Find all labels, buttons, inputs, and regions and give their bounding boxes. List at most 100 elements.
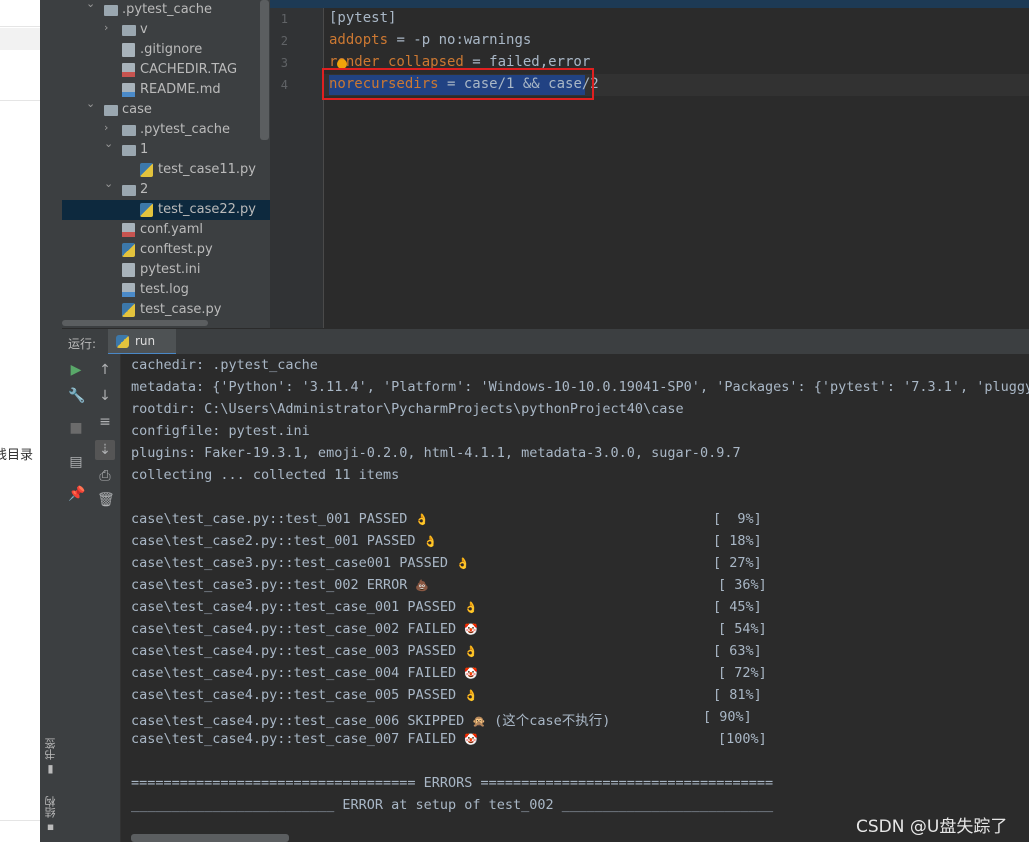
status-emoji-icon: 👌	[455, 557, 470, 570]
status-emoji-icon: 👌	[464, 689, 478, 702]
test-result-text: case\test_case4.py::test_case_001 PASSED	[131, 599, 457, 615]
strip-chip	[0, 28, 40, 50]
folder-icon	[104, 5, 118, 16]
trash-icon[interactable]: 🗑	[97, 492, 115, 508]
tree-item[interactable]: ⌄ 1	[62, 137, 270, 160]
pin-icon[interactable]: 📌	[68, 486, 85, 502]
config-key: addopts	[329, 32, 389, 48]
progress-percent: [ 45%]	[713, 599, 762, 615]
run-toolbar-right: ↑ ↓ ≡ ⇣ ⎙ 🗑	[90, 354, 121, 842]
tree-item[interactable]: › v	[62, 20, 270, 40]
watermark: CSDN @U盘失踪了	[856, 817, 1008, 837]
status-emoji-icon: 💩	[415, 579, 430, 592]
console-output[interactable]: cachedir: .pytest_cache metadata: {'Pytho…	[121, 354, 1029, 842]
code-line: [pytest]	[329, 10, 396, 26]
bookmark-icon: ▮	[44, 760, 57, 777]
console-line: cachedir: .pytest_cache	[131, 357, 318, 373]
line-number: 2	[280, 34, 288, 48]
project-tree[interactable]: ⌄ .pytest_cache › v .gitignore CACHEDIR.TAG RE…	[62, 0, 270, 328]
browser-strip-text: 线目录	[0, 448, 34, 463]
config-value: = -p no:warnings	[388, 32, 532, 48]
progress-percent: [ 63%]	[713, 643, 762, 659]
test-result-text: case\test_case4.py::test_case_003 PASSED	[131, 643, 457, 659]
tree-vertical-scrollbar[interactable]	[260, 0, 269, 140]
tree-item-label: case	[122, 102, 152, 117]
folder-icon	[122, 145, 136, 156]
progress-percent: [ 18%]	[713, 533, 762, 549]
tree-item-label: 2	[140, 182, 149, 197]
test-result-text: case\test_case4.py::test_case_006 SKIPPE…	[131, 713, 465, 729]
progress-percent: [ 9%]	[713, 511, 762, 527]
rerun-icon[interactable]: ▶	[68, 362, 84, 378]
progress-percent: [ 54%]	[718, 621, 767, 637]
tree-item[interactable]: ⌄ .pytest_cache	[62, 0, 270, 20]
tree-item[interactable]: ⌄ 2	[62, 177, 270, 200]
layout-icon[interactable]: ▤	[68, 454, 84, 470]
test-result-text: case\test_case4.py::test_case_007 FAILED	[131, 731, 457, 747]
tree-item[interactable]: CACHEDIR.TAG	[62, 60, 270, 80]
tree-item[interactable]: test.log	[62, 280, 270, 300]
divider	[0, 820, 40, 821]
run-label: 运行:	[68, 337, 97, 351]
chevron-down-icon[interactable]: ⌄	[86, 97, 95, 110]
divider	[0, 100, 40, 101]
chevron-right-icon[interactable]: ›	[104, 21, 108, 34]
tab-run[interactable]: run	[108, 329, 176, 355]
print-icon[interactable]: ⎙	[97, 468, 113, 484]
wrench-icon[interactable]: 🔧	[68, 388, 85, 404]
tag-icon	[122, 63, 135, 77]
tree-item[interactable]: ⌄ case	[62, 97, 270, 120]
test-result-line: case\test_case4.py::test_case_003 PASSED…	[131, 643, 478, 659]
folder-icon	[104, 105, 118, 116]
arrow-up-icon[interactable]: ↑	[97, 362, 113, 378]
folder-icon	[122, 25, 136, 36]
console-line: rootdir: C:\Users\Administrator\PycharmP…	[131, 401, 684, 417]
tree-item-label: CACHEDIR.TAG	[140, 62, 238, 77]
annotation-red-box	[322, 68, 594, 100]
tree-item-label: test_case.py	[140, 302, 222, 317]
test-result-text: case\test_case4.py::test_case_004 FAILED	[131, 665, 457, 681]
chevron-down-icon[interactable]: ⌄	[104, 177, 113, 190]
divider	[0, 26, 40, 27]
code-editor[interactable]: 1 2 3 4 [pytest] addopts = -p no:warnings rend…	[270, 0, 1029, 328]
tree-item[interactable]: conftest.py	[62, 240, 270, 260]
tree-item-label: test_case22.py	[158, 202, 256, 217]
tree-item[interactable]: › .pytest_cache	[62, 120, 270, 140]
soft-wrap-icon[interactable]: ≡	[97, 414, 113, 430]
chevron-right-icon[interactable]: ›	[104, 121, 108, 134]
run-tab-label: run	[135, 334, 156, 348]
progress-percent: [100%]	[718, 731, 767, 747]
tree-item[interactable]: test_case.py	[62, 300, 270, 320]
status-emoji-icon: 🤡	[464, 667, 478, 680]
test-result-line: case\test_case4.py::test_case_006 SKIPPE…	[131, 709, 610, 729]
chevron-down-icon[interactable]: ⌄	[104, 137, 113, 150]
scroll-to-end-icon[interactable]: ⇣	[95, 440, 115, 460]
test-result-line: case\test_case.py::test_001 PASSED 👌	[131, 511, 429, 527]
console-horizontal-scrollbar[interactable]	[131, 834, 289, 842]
stop-icon[interactable]: ■	[68, 420, 84, 436]
console-line: metadata: {'Python': '3.11.4', 'Platform…	[131, 379, 1029, 395]
file-icon	[122, 43, 135, 57]
console-line: plugins: Faker-19.3.1, emoji-0.2.0, html…	[131, 445, 741, 461]
python-icon	[116, 335, 129, 348]
tree-item-label: test.log	[140, 282, 189, 297]
arrow-down-icon[interactable]: ↓	[97, 388, 113, 404]
tree-item[interactable]: test_case22.py	[62, 200, 270, 220]
status-emoji-icon: 👌	[415, 513, 430, 526]
errors-banner: =================================== ERRO…	[131, 775, 774, 791]
tree-horizontal-scrollbar[interactable]	[62, 320, 208, 326]
structure-tab[interactable]: ▪ 结构	[43, 796, 59, 835]
chevron-down-icon[interactable]: ⌄	[86, 0, 95, 10]
bookmarks-tab[interactable]: ▮ 书签	[43, 738, 59, 777]
file-icon	[122, 263, 135, 277]
progress-percent: [ 36%]	[718, 577, 767, 593]
tree-item[interactable]: conf.yaml	[62, 220, 270, 240]
tree-item-label: test_case11.py	[158, 162, 256, 177]
tree-item[interactable]: pytest.ini	[62, 260, 270, 280]
tree-item-label: pytest.ini	[140, 262, 201, 277]
tree-item[interactable]: test_case11.py	[62, 160, 270, 180]
test-result-line: case\test_case2.py::test_001 PASSED 👌	[131, 533, 437, 549]
yaml-icon	[122, 223, 135, 237]
tree-item[interactable]: .gitignore	[62, 40, 270, 60]
test-result-text: case\test_case2.py::test_001 PASSED	[131, 533, 416, 549]
